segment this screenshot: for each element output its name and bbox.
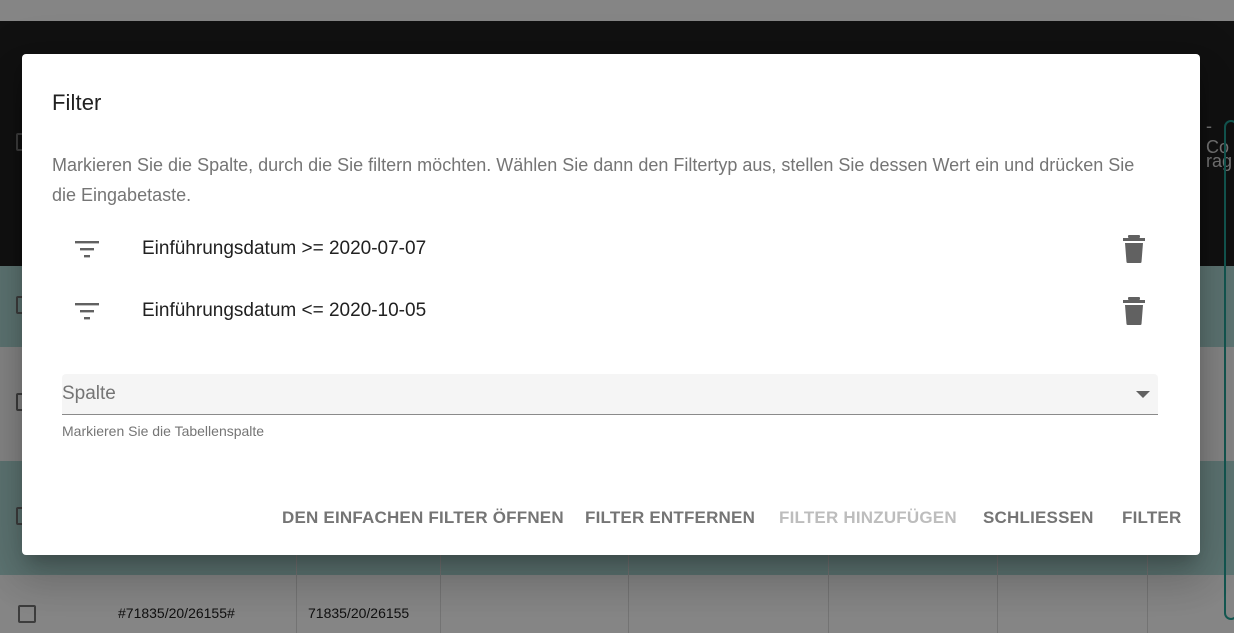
close-button[interactable]: SCHLIESSEN xyxy=(983,508,1094,528)
filter-item: Einführungsdatum <= 2020-10-05 xyxy=(62,290,1172,334)
filter-dialog: Filter Markieren Sie die Spalte, durch d… xyxy=(22,54,1200,555)
filter-list-icon xyxy=(75,303,99,320)
dialog-description: Markieren Sie die Spalte, durch die Sie … xyxy=(52,155,1135,205)
remove-filter-button[interactable]: FILTER ENTFERNEN xyxy=(585,508,755,528)
open-simple-filter-button[interactable]: DEN EINFACHEN FILTER ÖFFNEN xyxy=(282,508,564,528)
trash-icon[interactable] xyxy=(1122,234,1146,264)
dialog-title: Filter xyxy=(52,90,102,115)
filter-condition-text: Einführungsdatum <= 2020-10-05 xyxy=(142,300,427,321)
trash-icon[interactable] xyxy=(1122,296,1146,326)
filter-list-icon xyxy=(75,241,99,258)
dropdown-arrow-icon[interactable] xyxy=(1136,391,1150,398)
dialog-actions: DEN EINFACHEN FILTER ÖFFNEN FILTER ENTFE… xyxy=(22,508,1200,536)
filter-condition-text: Einführungsdatum >= 2020-07-07 xyxy=(142,238,427,259)
column-select[interactable]: Spalte xyxy=(62,374,1158,415)
add-filter-button[interactable]: FILTER HINZUFÜGEN xyxy=(779,508,957,528)
filter-item: Einführungsdatum >= 2020-07-07 xyxy=(62,228,1172,272)
column-select-label: Spalte xyxy=(62,383,116,404)
column-select-helper: Markieren Sie die Tabellenspalte xyxy=(62,423,265,439)
apply-filter-button[interactable]: FILTER xyxy=(1122,508,1181,528)
